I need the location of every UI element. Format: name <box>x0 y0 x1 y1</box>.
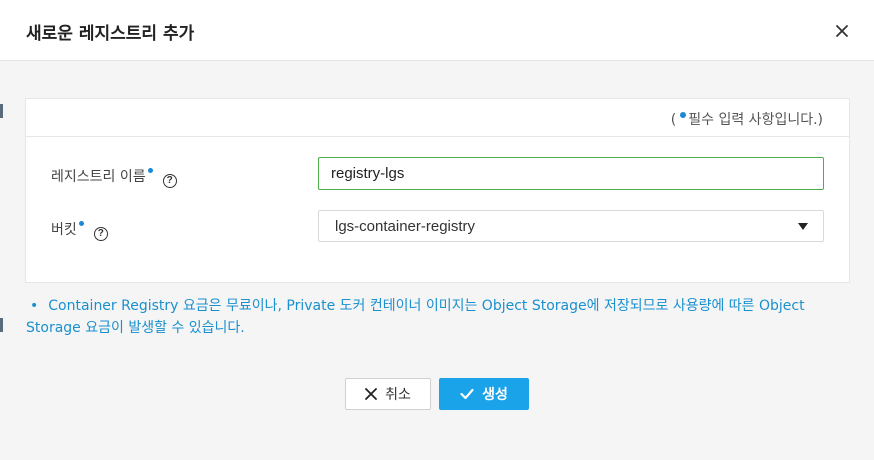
notice-bullet: • <box>30 298 39 314</box>
left-edge-mark <box>0 104 3 118</box>
bucket-selected-value: lgs-container-registry <box>335 218 476 235</box>
cancel-label: 취소 <box>385 387 411 403</box>
check-icon <box>460 388 474 400</box>
cancel-button[interactable]: 취소 <box>345 378 431 410</box>
notice-text: Container Registry 요금은 무료이나, Private 도커 … <box>26 298 805 336</box>
help-icon[interactable]: ? <box>162 174 177 188</box>
dialog-header: 새로운 레지스트리 추가 <box>0 0 874 61</box>
required-dot-icon <box>680 112 687 118</box>
required-dot-icon <box>147 168 153 173</box>
dialog-title: 새로운 레지스트리 추가 <box>26 24 195 44</box>
bucket-select[interactable]: lgs-container-registry <box>318 210 824 242</box>
pricing-notice: • Container Registry 요금은 무료이나, Private 도커… <box>26 295 856 339</box>
close-icon <box>365 388 378 400</box>
bucket-label: 버킷? <box>51 219 108 241</box>
required-note-row: (필수 입력 사항입니다.) <box>26 99 849 137</box>
left-edge-mark <box>0 318 3 332</box>
create-label: 생성 <box>482 387 508 403</box>
caret-down-icon <box>798 223 808 230</box>
close-button[interactable] <box>832 21 852 41</box>
registry-name-label: 레지스트리 이름? <box>51 166 177 188</box>
required-note: (필수 입력 사항입니다.) <box>670 112 823 128</box>
registry-name-input[interactable] <box>318 157 824 190</box>
required-dot-icon <box>78 221 84 226</box>
add-registry-dialog: 새로운 레지스트리 추가 (필수 입력 사항입니다.) 레지스트리 이름? 버킷… <box>0 0 874 460</box>
close-icon <box>836 25 848 37</box>
create-button[interactable]: 생성 <box>439 378 529 410</box>
registry-form: (필수 입력 사항입니다.) 레지스트리 이름? 버킷? lgs-contain… <box>25 98 850 283</box>
help-icon[interactable]: ? <box>93 227 108 241</box>
